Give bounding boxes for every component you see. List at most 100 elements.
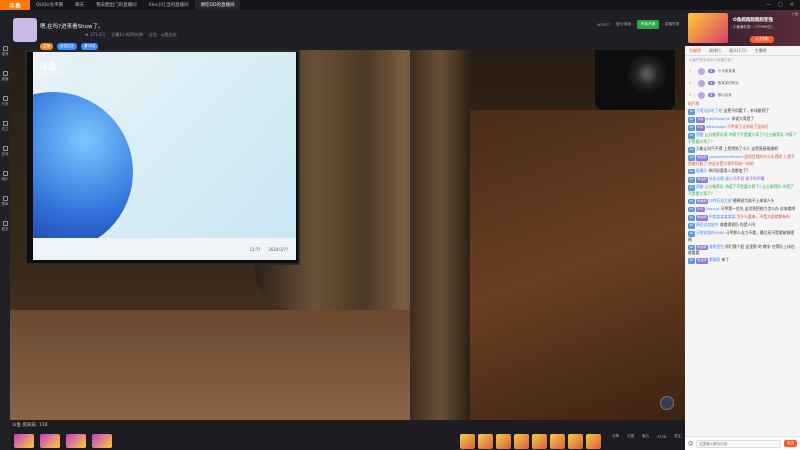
gamepad-icon [2, 146, 8, 151]
gift-icon[interactable] [532, 434, 547, 449]
room-number: 斗鱼 房间号: 110 [12, 423, 48, 428]
gift-button[interactable]: 礼物 [627, 434, 634, 439]
chat-input[interactable] [696, 439, 781, 448]
send-button[interactable]: 发送 [784, 440, 797, 447]
nav-item-follow[interactable]: 关注 [2, 121, 9, 132]
follower-count: 2336 [657, 434, 666, 439]
ad-tag: 广告 [791, 12, 798, 16]
chat-nickname[interactable]: mayflowerkk [706, 116, 730, 121]
nav-item-category[interactable]: 分类 [2, 96, 9, 107]
rank-row[interactable]: 1 ★ 小马某某唱 [685, 65, 800, 77]
nav-item-match[interactable]: 赛事 [2, 196, 9, 207]
avatar [698, 67, 705, 75]
chat-text: 你问说要用人类都变了？ [708, 167, 751, 173]
tab-audience[interactable]: 观众(1万) [729, 48, 747, 54]
fishball-button[interactable]: 鱼丸 [642, 434, 649, 439]
rank-tabs: 贡献榜 周排行 观众(1万) 主播榜 [685, 46, 800, 56]
rank-row[interactable]: 2 ★ 鱼某某的粉丝 [685, 77, 800, 89]
chat-nickname[interactable]: 我能 [696, 132, 704, 137]
chat-nickname[interactable]: 中某某某某某某 [709, 214, 736, 219]
vip-button[interactable]: 贵族开通 [637, 20, 659, 29]
gift-icon[interactable] [568, 434, 583, 449]
activity-icon[interactable] [14, 434, 34, 448]
nav-item-ent[interactable]: 娱乐 [2, 171, 9, 182]
rank-badge[interactable]: 全站红名 [57, 43, 77, 50]
fan-badge: 专属 [695, 117, 705, 123]
chat-nickname[interactable]: 我能 [696, 184, 704, 189]
chat-message: 50 粉丝牌 香格里拉 你们懂个屁 这里那 的 教学 在等队上场也能看看 [688, 244, 797, 256]
company-label[interactable]: 企业 · 斗鱼文化 [149, 32, 177, 38]
chat-nickname[interactable]: Yuanye [706, 206, 720, 211]
follow-button[interactable]: 关注 [674, 434, 681, 439]
tab-chat[interactable]: 聊天 [69, 0, 90, 10]
maximize-icon[interactable]: □ [778, 2, 783, 8]
chat-nickname[interactable]: 长安无眠 [709, 176, 724, 181]
nav-label: 娱乐 [1, 177, 9, 181]
gift-icon[interactable] [478, 434, 493, 449]
gift-icon[interactable] [460, 434, 475, 449]
share-button[interactable]: 分享 [612, 434, 619, 439]
chat-text: 收看得很仍 你是人吗 [719, 222, 756, 227]
chat-message: 20 牛牛 westrange 马甲来了让你说了这场打 [688, 124, 797, 131]
avatar [698, 79, 705, 87]
chat-nickname[interactable]: 万物说我的4984 [696, 230, 725, 235]
gift-icon[interactable] [586, 434, 601, 449]
report-link[interactable]: 直播举报 [665, 22, 679, 27]
nav-item-live[interactable]: 直播 [2, 71, 9, 82]
tab-room-2[interactable]: Xlei小叮当的直播间 [143, 0, 195, 10]
chat-message: 10 专属 mayflowerkk 你说大哥是了 [688, 116, 797, 123]
chat-nickname[interactable]: 香格里拉 [709, 244, 724, 249]
chat-nickname[interactable]: 沙特石油大佬 [709, 198, 732, 203]
gift-icon[interactable] [514, 434, 529, 449]
chat-nickname[interactable]: 两回试加放中 [696, 222, 719, 227]
gift-icon[interactable] [496, 434, 511, 449]
chat-text: 你说大哥是了 [731, 116, 755, 122]
chat-message: 30 大哥太好吃了吧 这把不用看了，补场跟到了 [688, 108, 797, 115]
chat-message: 18 粉丝牌 zzzzzzmmmmmm 这项目我的什么东西呢 人是不是被打要了 你这… [688, 154, 797, 166]
nav-item-more[interactable]: 更多 [2, 221, 9, 232]
tab-contribution[interactable]: 贡献榜 [689, 48, 701, 54]
room-title: 嗯,在吗?进来看Show了。 [40, 24, 104, 30]
chat-text: 马甲第一优先 这次到把结力怎么办 这来看吧 [720, 205, 796, 211]
tab-anchor-rank[interactable]: 主播榜 [755, 48, 767, 54]
activity-icon[interactable] [40, 434, 60, 448]
rank-hint: 斗鱼严禁未成年人充值打赏 ? [689, 58, 734, 62]
chat-text: 为什么要来，不是大部就都有吗 [736, 213, 790, 219]
nav-label: 赛事 [1, 202, 9, 206]
chat-text: 这把不用看了，补场跟到了 [723, 108, 770, 114]
chat-text: 马甲来了让你说了这场打 [727, 124, 769, 130]
emoji-icon[interactable]: ☺ [688, 441, 693, 447]
douyu-logo[interactable]: 斗鱼 [0, 0, 30, 10]
activity-icon[interactable] [92, 434, 112, 448]
fan-badge: 粉丝牌 [695, 198, 708, 205]
chat-nickname[interactable]: zzzzzzmmmmmm [709, 154, 743, 159]
quality-select[interactable]: 蓝光/原画 [616, 22, 631, 27]
tab-weekly[interactable]: 周排行 [709, 48, 721, 54]
rank-number-badge[interactable]: 第28名 [81, 43, 99, 50]
ad-title: O鱼超超超超超变强 [733, 18, 773, 23]
chat-nickname[interactable]: westrange [706, 124, 726, 129]
bottom-bar: 斗鱼 房间号: 110 分享 礼物 鱼丸 2336 关注 [10, 420, 685, 450]
tab-room-active[interactable]: 谢吃DD的直播间 [194, 0, 241, 10]
ad-button[interactable]: 点击领取 [750, 36, 774, 43]
chat-message: 20 我能 让分推荐队 冲塔了不是要大哥了? 让分推荐队 冲塔了不是要大哥了? [688, 184, 797, 196]
activity-icon[interactable] [66, 434, 86, 448]
gift-icon[interactable] [550, 434, 565, 449]
nav-item-game[interactable]: 游戏 [2, 146, 9, 157]
ad-banner[interactable]: O鱼超超超超超变强 小鱼爆礼物 ...???999亿! 点击领取 广告 [685, 10, 800, 46]
chat-text: 来了 [721, 257, 730, 263]
chat-nickname[interactable]: 碰撞头 [696, 168, 707, 173]
rank-row[interactable]: 3 ★ 御以后某 [685, 89, 800, 101]
tab-user[interactable]: QUQU太平鹅 [30, 0, 69, 10]
minimize-icon[interactable]: — [766, 2, 771, 8]
chat-nickname[interactable]: 大哥太好吃了吧 [696, 108, 723, 113]
float-gift-icon[interactable] [660, 396, 674, 410]
live-icon [2, 71, 8, 76]
tab-room-1[interactable]: 我去圈出门的直播间 [90, 0, 143, 10]
chat-text: 机打的 [688, 101, 700, 106]
video-player[interactable]: 11:?? 2024/1/?? 斗鱼 DOUYU.COM [10, 50, 685, 420]
chat-nickname[interactable]: 素猫家 [709, 257, 720, 262]
close-icon[interactable]: × [790, 2, 794, 8]
nav-item-recommend[interactable]: 推荐 [2, 46, 9, 57]
streamer-avatar[interactable] [13, 18, 37, 42]
